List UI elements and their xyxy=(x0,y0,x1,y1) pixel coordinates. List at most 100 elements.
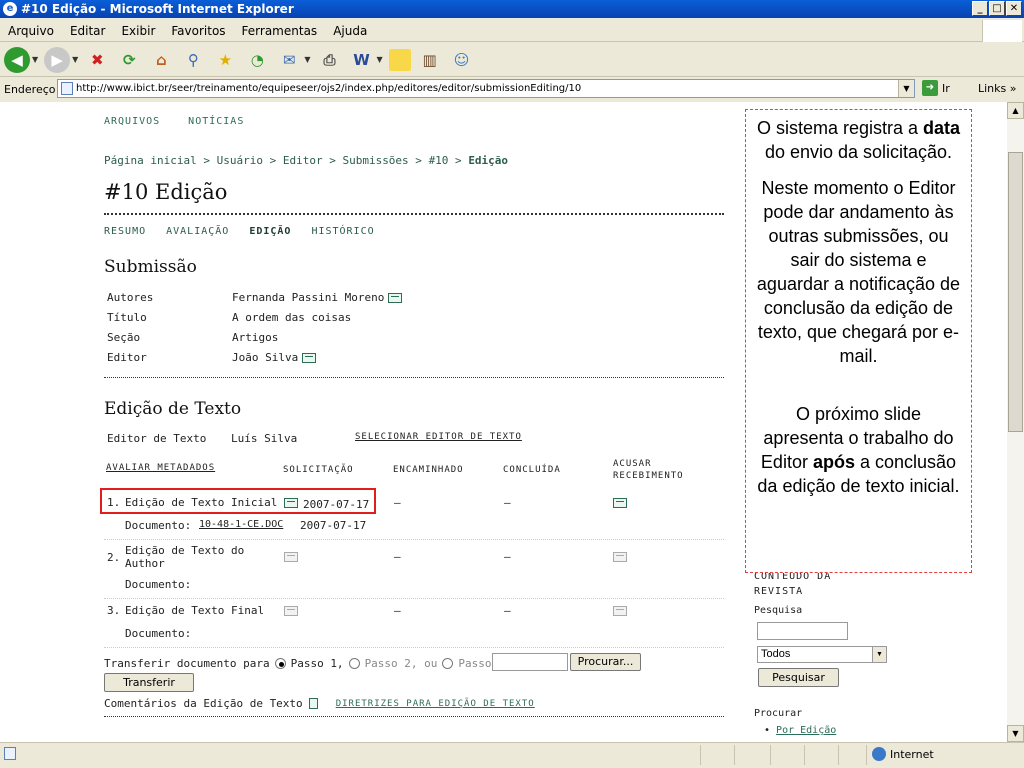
step3-request-icon[interactable] xyxy=(284,606,298,616)
comments-label: Comentários da Edição de Texto xyxy=(104,697,303,710)
copyedit-heading: Edição de Texto xyxy=(104,399,242,419)
links-button[interactable]: Links » xyxy=(978,82,1017,95)
meta-key: Título xyxy=(107,311,147,324)
mail-icon[interactable]: ✉ xyxy=(276,47,302,73)
crumb-home[interactable]: Página inicial xyxy=(104,154,197,167)
status-bar: Internet xyxy=(0,742,1024,768)
email-author-icon[interactable] xyxy=(388,292,403,303)
search-icon[interactable]: ⚲ xyxy=(180,47,206,73)
sidebar-search-input[interactable] xyxy=(757,622,848,640)
windows-logo-icon xyxy=(982,20,1022,42)
radio-step1-label: Passo 1, xyxy=(290,657,344,670)
select-copyeditor-link[interactable]: SELECIONAR EDITOR DE TEXTO xyxy=(355,432,522,442)
sidebar-search-scope-select[interactable]: Todos ▼ xyxy=(757,646,887,663)
step2-request-icon[interactable] xyxy=(284,552,298,562)
print-icon[interactable]: ⎙ xyxy=(316,47,342,73)
favorites-star-icon[interactable]: ★ xyxy=(212,47,238,73)
step3-label: Edição de Texto Final xyxy=(125,604,265,617)
step1-underway: — xyxy=(394,496,401,509)
sidebar-browse-label: Procurar xyxy=(754,708,803,719)
go-button[interactable]: ➜ Ir xyxy=(922,80,950,96)
zone-label: Internet xyxy=(890,747,934,761)
tab-edicao[interactable]: EDIÇÃO xyxy=(249,226,291,237)
minimize-button[interactable]: _ xyxy=(972,1,988,16)
radio-step1[interactable] xyxy=(274,658,286,669)
meta-key: Autores xyxy=(107,291,154,304)
address-label: Endereço xyxy=(4,82,56,96)
scroll-down-icon[interactable]: ▼ xyxy=(1007,725,1024,742)
menu-arquivo[interactable]: Arquivo xyxy=(0,24,62,38)
step1-doc-label: Documento: xyxy=(125,519,192,532)
mail-dropdown-icon[interactable]: ▼ xyxy=(304,55,310,64)
menu-editar[interactable]: Editar xyxy=(62,24,114,38)
guidelines-link[interactable]: DIRETRIZES PARA EDIÇÃO DE TEXTO xyxy=(336,699,535,709)
crumb-submission-id[interactable]: #10 xyxy=(429,154,449,167)
transfer-button[interactable]: Transferir xyxy=(104,673,194,692)
home-icon[interactable]: ⌂ xyxy=(148,47,174,73)
back-icon[interactable]: ◀ xyxy=(4,46,30,73)
radio-step2[interactable] xyxy=(348,658,360,669)
window-title: #10 Edição - Microsoft Internet Explorer xyxy=(21,2,294,16)
crumb-user[interactable]: Usuário xyxy=(217,154,263,167)
ie-icon: e xyxy=(3,2,17,16)
nav-noticias[interactable]: NOTÍCIAS xyxy=(188,116,244,127)
forward-icon[interactable]: ▶ xyxy=(44,46,71,73)
review-metadata-link[interactable]: AVALIAR METADADOS xyxy=(106,463,215,473)
radio-step2-label: Passo 2, ou xyxy=(364,657,438,670)
word-edit-icon[interactable]: W xyxy=(348,47,374,73)
callout-p1-bold: data xyxy=(923,118,961,138)
crumb-submissions[interactable]: Submissões xyxy=(342,154,408,167)
security-zone: Internet xyxy=(872,747,934,761)
forward-dropdown-icon[interactable]: ▼ xyxy=(72,55,78,64)
scroll-thumb[interactable] xyxy=(1008,152,1023,432)
research-icon[interactable]: ▥ xyxy=(417,47,443,73)
file-input[interactable] xyxy=(492,653,568,671)
note-icon[interactable] xyxy=(388,48,411,71)
tab-resumo[interactable]: RESUMO xyxy=(104,226,146,237)
step1-request-icon[interactable] xyxy=(284,498,298,508)
sidebar-search-button[interactable]: Pesquisar xyxy=(758,668,839,687)
step1-doc-link[interactable]: 10-48-1-CE.DOC xyxy=(199,519,283,530)
sidebar-browse-item[interactable]: • Por Edição xyxy=(764,725,836,736)
back-dropdown-icon[interactable]: ▼ xyxy=(32,55,38,64)
tab-historico[interactable]: HISTÓRICO xyxy=(311,226,374,237)
nav-arquivos[interactable]: ARQUIVOS xyxy=(104,116,160,127)
comments-note-icon[interactable] xyxy=(308,698,318,709)
messenger-icon[interactable]: ☺ xyxy=(449,47,475,73)
menu-exibir[interactable]: Exibir xyxy=(113,24,163,38)
maximize-button[interactable]: □ xyxy=(989,1,1005,16)
edit-dropdown-icon[interactable]: ▼ xyxy=(376,55,382,64)
chevron-down-icon[interactable]: ▼ xyxy=(872,647,886,662)
step1-number: 1. xyxy=(107,496,121,509)
crumb-current[interactable]: Edição xyxy=(468,154,508,167)
address-bar: Endereço http://www.ibict.br/seer/treina… xyxy=(0,78,1024,100)
browse-by-issue-link[interactable]: Por Edição xyxy=(776,725,836,736)
history-icon[interactable]: ◔ xyxy=(244,47,270,73)
vertical-scrollbar[interactable]: ▲ ▼ xyxy=(1007,102,1024,742)
col-underway: ENCAMINHADO xyxy=(393,465,464,475)
crumb-editor[interactable]: Editor xyxy=(283,154,323,167)
status-divider xyxy=(734,745,735,765)
step1-acknowledge-icon[interactable] xyxy=(613,498,627,508)
step3-acknowledge-icon[interactable] xyxy=(613,606,627,616)
refresh-icon[interactable]: ⟳ xyxy=(116,47,142,73)
email-editor-icon[interactable] xyxy=(302,352,317,363)
browse-button[interactable]: Procurar... xyxy=(570,653,641,671)
tab-avaliacao[interactable]: AVALIAÇÃO xyxy=(166,226,229,237)
menu-ferramentas[interactable]: Ferramentas xyxy=(234,24,326,38)
address-input[interactable]: http://www.ibict.br/seer/treinamento/equ… xyxy=(57,79,915,98)
callout-p1-before: O sistema registra a xyxy=(756,118,919,138)
submission-divider xyxy=(104,377,724,378)
stop-icon[interactable]: ✖ xyxy=(84,47,110,73)
menu-favoritos[interactable]: Favoritos xyxy=(163,24,233,38)
step2-underway: — xyxy=(394,550,401,563)
status-divider xyxy=(700,745,701,765)
close-button[interactable]: ✕ xyxy=(1006,1,1022,16)
menu-ajuda[interactable]: Ajuda xyxy=(325,24,375,38)
step1-doc-date: 2007-07-17 xyxy=(300,519,367,532)
callout-paragraph-3: O próximo slide apresenta o trabalho do … xyxy=(754,402,963,498)
scroll-up-icon[interactable]: ▲ xyxy=(1007,102,1024,119)
radio-step3[interactable] xyxy=(442,658,454,669)
address-dropdown-icon[interactable]: ▼ xyxy=(898,80,914,97)
step2-acknowledge-icon[interactable] xyxy=(613,552,627,562)
